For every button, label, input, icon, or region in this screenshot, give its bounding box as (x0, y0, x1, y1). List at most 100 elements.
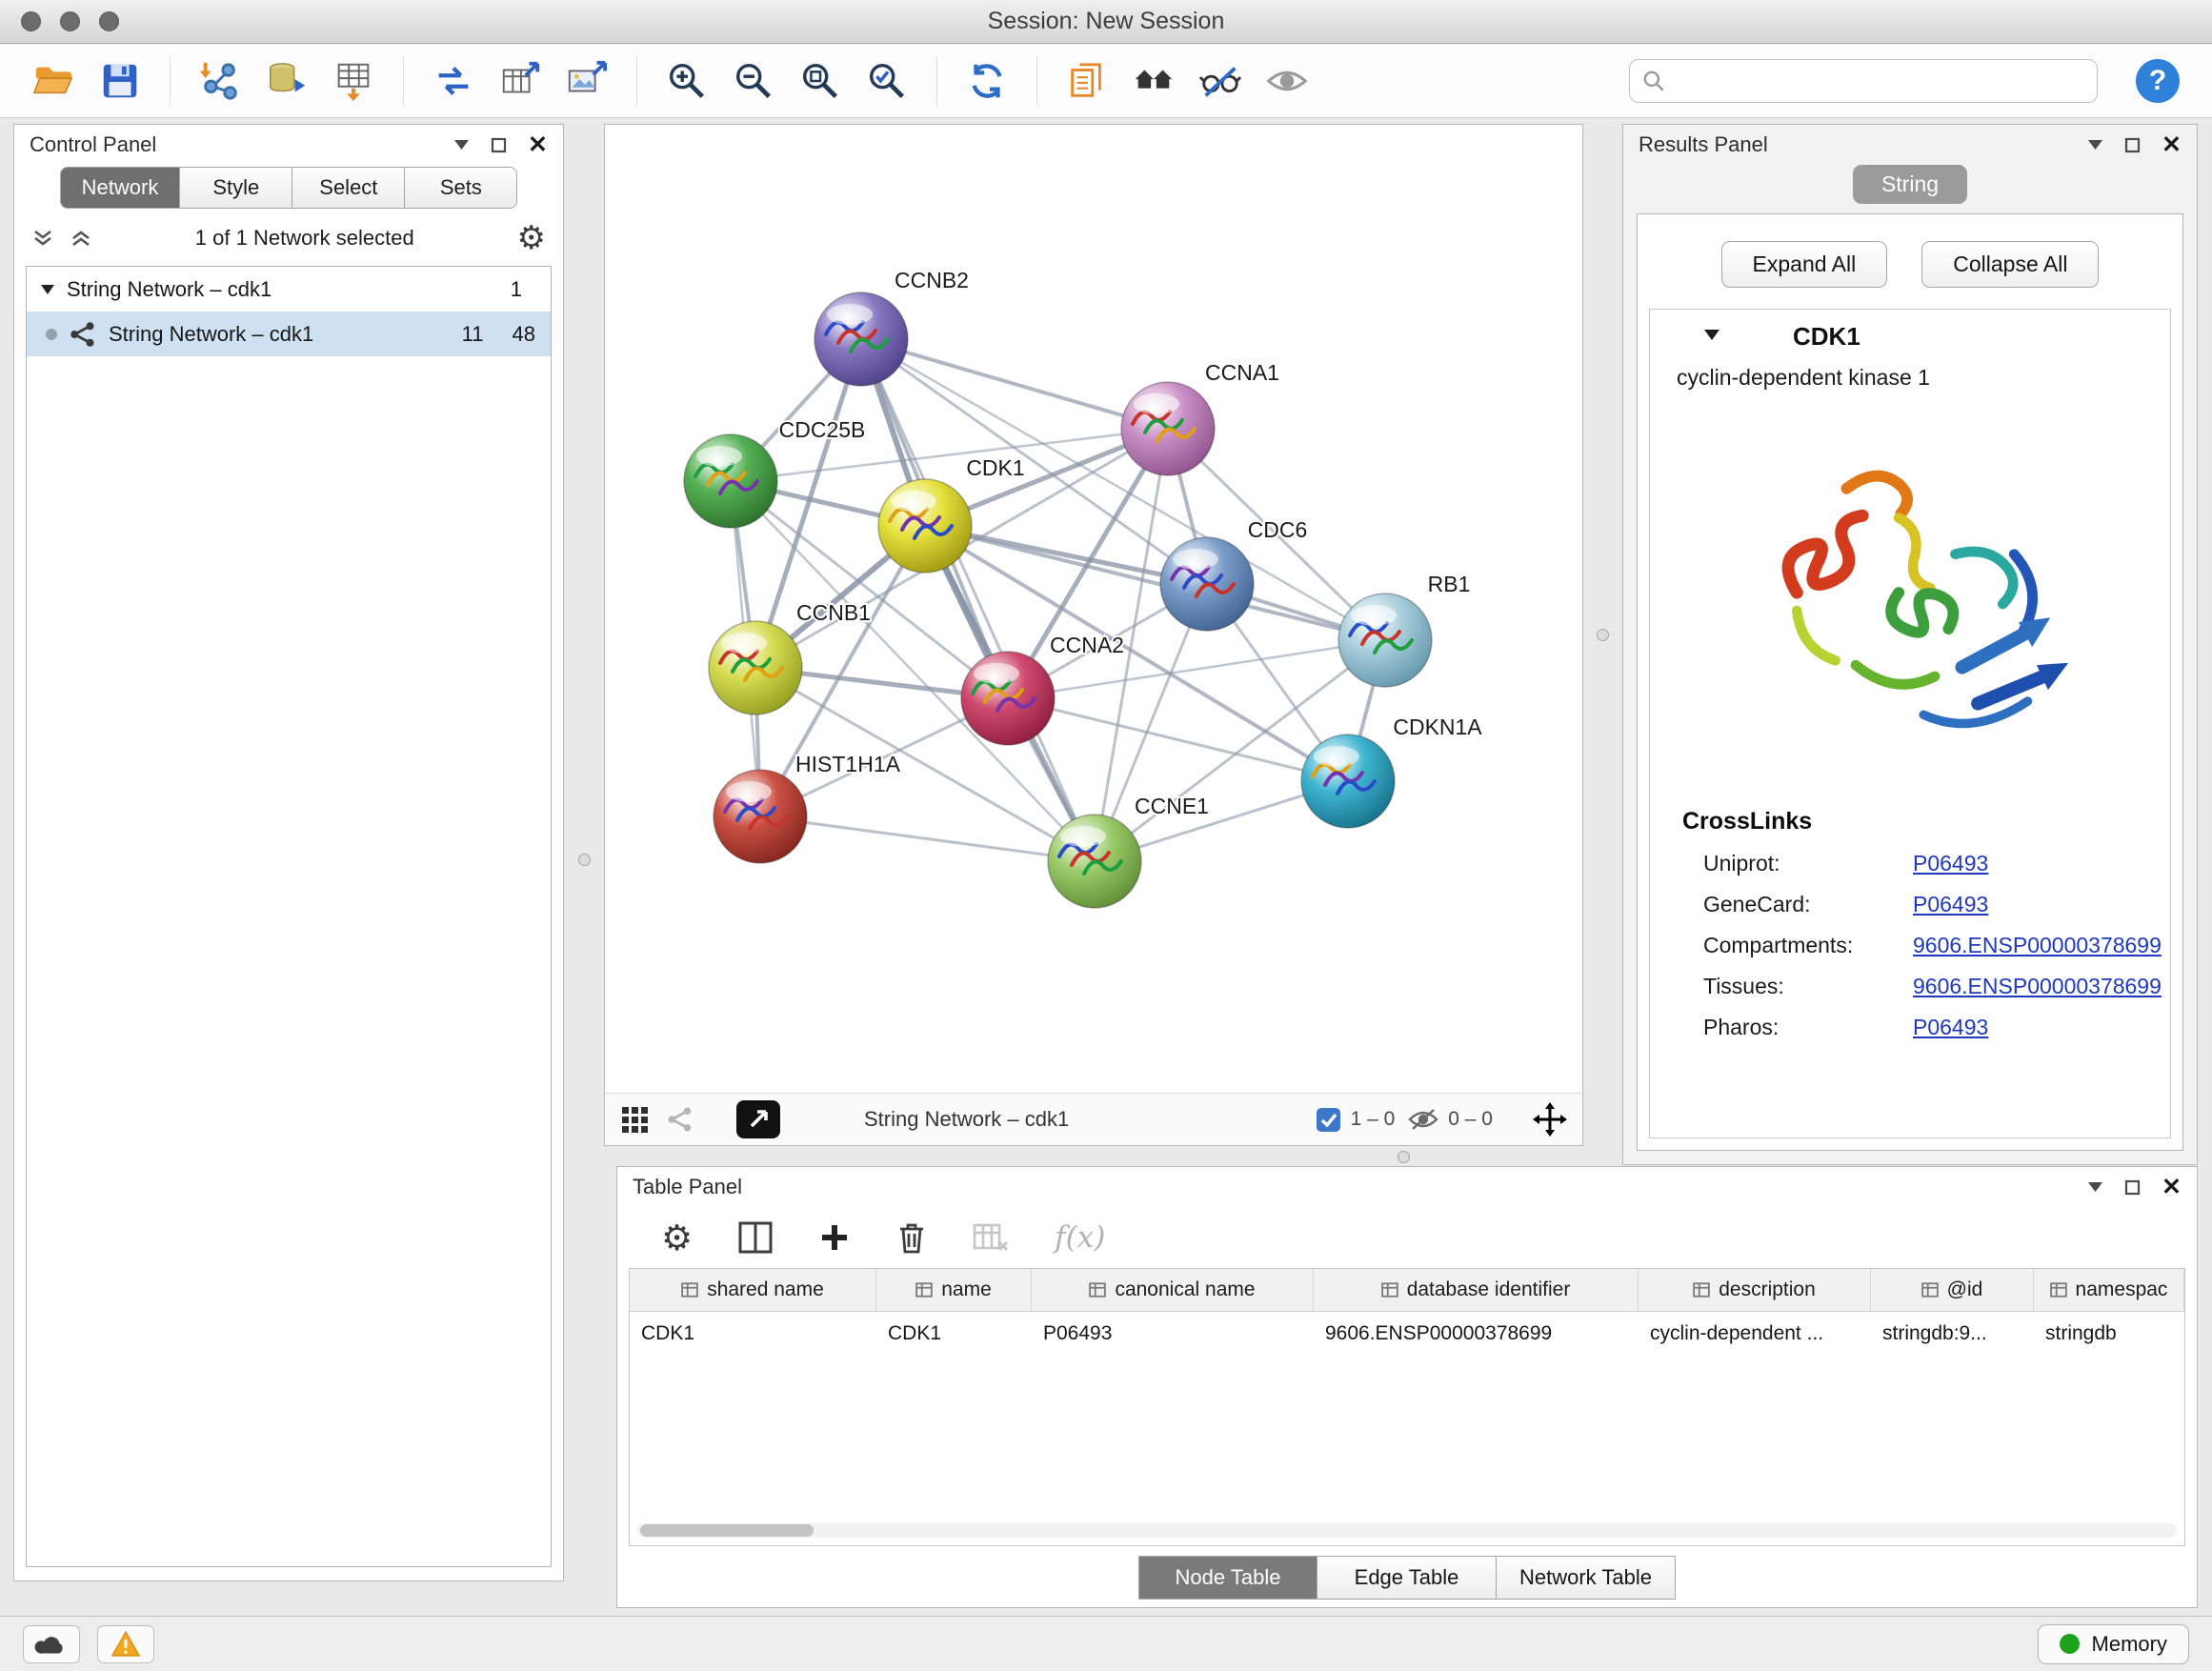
warnings-button[interactable] (97, 1625, 154, 1663)
delete-column-icon[interactable] (896, 1220, 927, 1255)
panel-collapse-icon[interactable] (2087, 1181, 2103, 1193)
cloud-status-button[interactable] (23, 1625, 80, 1663)
network-overview-icon[interactable] (666, 1105, 694, 1134)
network-node-ccna2[interactable] (961, 652, 1055, 745)
refresh-icon[interactable] (960, 54, 1014, 108)
crosslink-link[interactable]: 9606.ENSP00000378699 (1913, 933, 2162, 958)
panel-close-icon[interactable]: ✕ (528, 133, 548, 157)
table-cell[interactable]: CDK1 (630, 1312, 876, 1356)
table-cell[interactable]: stringdb:9... (1871, 1312, 2034, 1356)
import-table-icon[interactable] (327, 54, 380, 108)
collapse-all-button[interactable]: Collapse All (1921, 241, 2099, 288)
splitter-handle[interactable] (1597, 629, 1609, 641)
column-header-shared-name[interactable]: shared name (630, 1269, 876, 1311)
zoom-out-icon[interactable] (727, 54, 780, 108)
network-node-hist1h1a[interactable] (714, 770, 807, 863)
import-network-database-icon[interactable] (260, 54, 313, 108)
create-column-icon[interactable] (818, 1221, 851, 1254)
tab-string[interactable]: String (1853, 165, 1967, 204)
zoom-selected-icon[interactable] (860, 54, 914, 108)
network-node-cdkn1a[interactable] (1301, 735, 1395, 828)
panel-float-icon[interactable] (491, 137, 507, 153)
tree-expander-icon[interactable] (40, 284, 55, 295)
table-settings-gear-icon[interactable]: ⚙ (661, 1220, 693, 1256)
network-node-ccnb1[interactable] (709, 621, 802, 715)
crosslink-link[interactable]: 9606.ENSP00000378699 (1913, 974, 2162, 999)
network-edge[interactable] (861, 339, 1095, 861)
network-options-gear-icon[interactable]: ⚙ (517, 222, 546, 254)
splitter-handle[interactable] (1398, 1151, 1410, 1163)
tab-network-table[interactable]: Network Table (1497, 1556, 1676, 1600)
import-network-file-icon[interactable] (193, 54, 247, 108)
network-node-cdc6[interactable] (1160, 537, 1254, 631)
expand-all-button[interactable]: Expand All (1721, 241, 1888, 288)
memory-button[interactable]: Memory (2038, 1624, 2189, 1664)
grid-icon[interactable] (620, 1105, 649, 1134)
table-row[interactable]: CDK1CDK1P064939606.ENSP00000378699cyclin… (630, 1312, 2184, 1356)
help-icon[interactable]: ? (2136, 59, 2180, 103)
collapse-all-icon[interactable] (70, 229, 92, 248)
pan-crosshair-icon[interactable] (1533, 1102, 1567, 1137)
crosslink-link[interactable]: P06493 (1913, 851, 1988, 876)
column-header-database-identifier[interactable]: database identifier (1314, 1269, 1639, 1311)
column-header-name[interactable]: name (876, 1269, 1032, 1311)
show-eye-icon[interactable] (1260, 54, 1314, 108)
network-collection-row[interactable]: String Network – cdk1 1 (27, 267, 551, 312)
network-edge[interactable] (760, 816, 1095, 861)
column-header--id[interactable]: @id (1871, 1269, 2034, 1311)
crosslink-link[interactable]: P06493 (1913, 1015, 1988, 1040)
panel-close-icon[interactable]: ✕ (2162, 1176, 2182, 1199)
section-expander-icon[interactable] (1703, 329, 1720, 341)
zoom-fit-icon[interactable] (794, 54, 847, 108)
table-cell[interactable]: CDK1 (876, 1312, 1032, 1356)
open-session-icon[interactable] (27, 54, 80, 108)
table-cell[interactable]: P06493 (1032, 1312, 1314, 1356)
column-header-description[interactable]: description (1639, 1269, 1871, 1311)
network-edge[interactable] (925, 526, 1385, 640)
expand-all-icon[interactable] (31, 229, 54, 248)
column-header-canonical-name[interactable]: canonical name (1032, 1269, 1314, 1311)
table-cell[interactable]: cyclin-dependent ... (1639, 1312, 1871, 1356)
panel-collapse-icon[interactable] (453, 139, 470, 151)
crosslink-link[interactable]: P06493 (1913, 892, 1988, 917)
hidden-eye-icon[interactable] (1408, 1107, 1438, 1132)
network-graph[interactable]: CCNB2CCNA1CDC25BCDK1CDC6RB1CCNB1CCNA2CDK… (605, 125, 1582, 1093)
network-node-ccnb2[interactable] (814, 292, 908, 386)
tab-network[interactable]: Network (60, 167, 181, 209)
tab-sets[interactable]: Sets (405, 167, 517, 209)
network-row-selected[interactable]: String Network – cdk1 11 48 (27, 312, 551, 356)
network-node-cdc25b[interactable] (684, 434, 777, 528)
panel-float-icon[interactable] (2124, 1179, 2141, 1196)
show-columns-icon[interactable] (738, 1221, 773, 1254)
gene-section-header[interactable]: CDK1 (1650, 310, 2170, 363)
minimize-window-button[interactable] (60, 11, 80, 31)
table-cell[interactable]: 9606.ENSP00000378699 (1314, 1312, 1639, 1356)
network-node-ccna1[interactable] (1121, 382, 1215, 475)
horizontal-scrollbar[interactable] (637, 1523, 2177, 1538)
table-cell[interactable]: stringdb (2034, 1312, 2184, 1356)
zoom-in-icon[interactable] (660, 54, 714, 108)
network-edge[interactable] (861, 339, 1168, 429)
column-header-namespac[interactable]: namespac (2034, 1269, 2184, 1311)
splitter-handle[interactable] (578, 854, 591, 866)
tab-node-table[interactable]: Node Table (1138, 1556, 1317, 1600)
tab-edge-table[interactable]: Edge Table (1317, 1556, 1497, 1600)
network-node-cdk1[interactable] (878, 479, 972, 573)
zoom-window-button[interactable] (99, 11, 119, 31)
export-table-icon[interactable] (493, 54, 547, 108)
search-input[interactable] (1676, 69, 2085, 93)
tab-select[interactable]: Select (292, 167, 405, 209)
tab-style[interactable]: Style (180, 167, 292, 209)
network-canvas[interactable]: CCNB2CCNA1CDC25BCDK1CDC6RB1CCNB1CCNA2CDK… (605, 125, 1582, 1093)
hide-glasses-icon[interactable] (1194, 54, 1247, 108)
close-window-button[interactable] (21, 11, 41, 31)
network-node-ccne1[interactable] (1048, 815, 1141, 908)
panel-float-icon[interactable] (2124, 137, 2141, 153)
home-view-icon[interactable] (1127, 54, 1180, 108)
scrollbar-thumb[interactable] (640, 1524, 814, 1537)
selected-checkbox-icon[interactable] (1316, 1107, 1341, 1133)
save-session-icon[interactable] (93, 54, 147, 108)
duplicate-document-icon[interactable] (1060, 54, 1114, 108)
panel-collapse-icon[interactable] (2087, 139, 2103, 151)
panel-close-icon[interactable]: ✕ (2162, 133, 2182, 157)
